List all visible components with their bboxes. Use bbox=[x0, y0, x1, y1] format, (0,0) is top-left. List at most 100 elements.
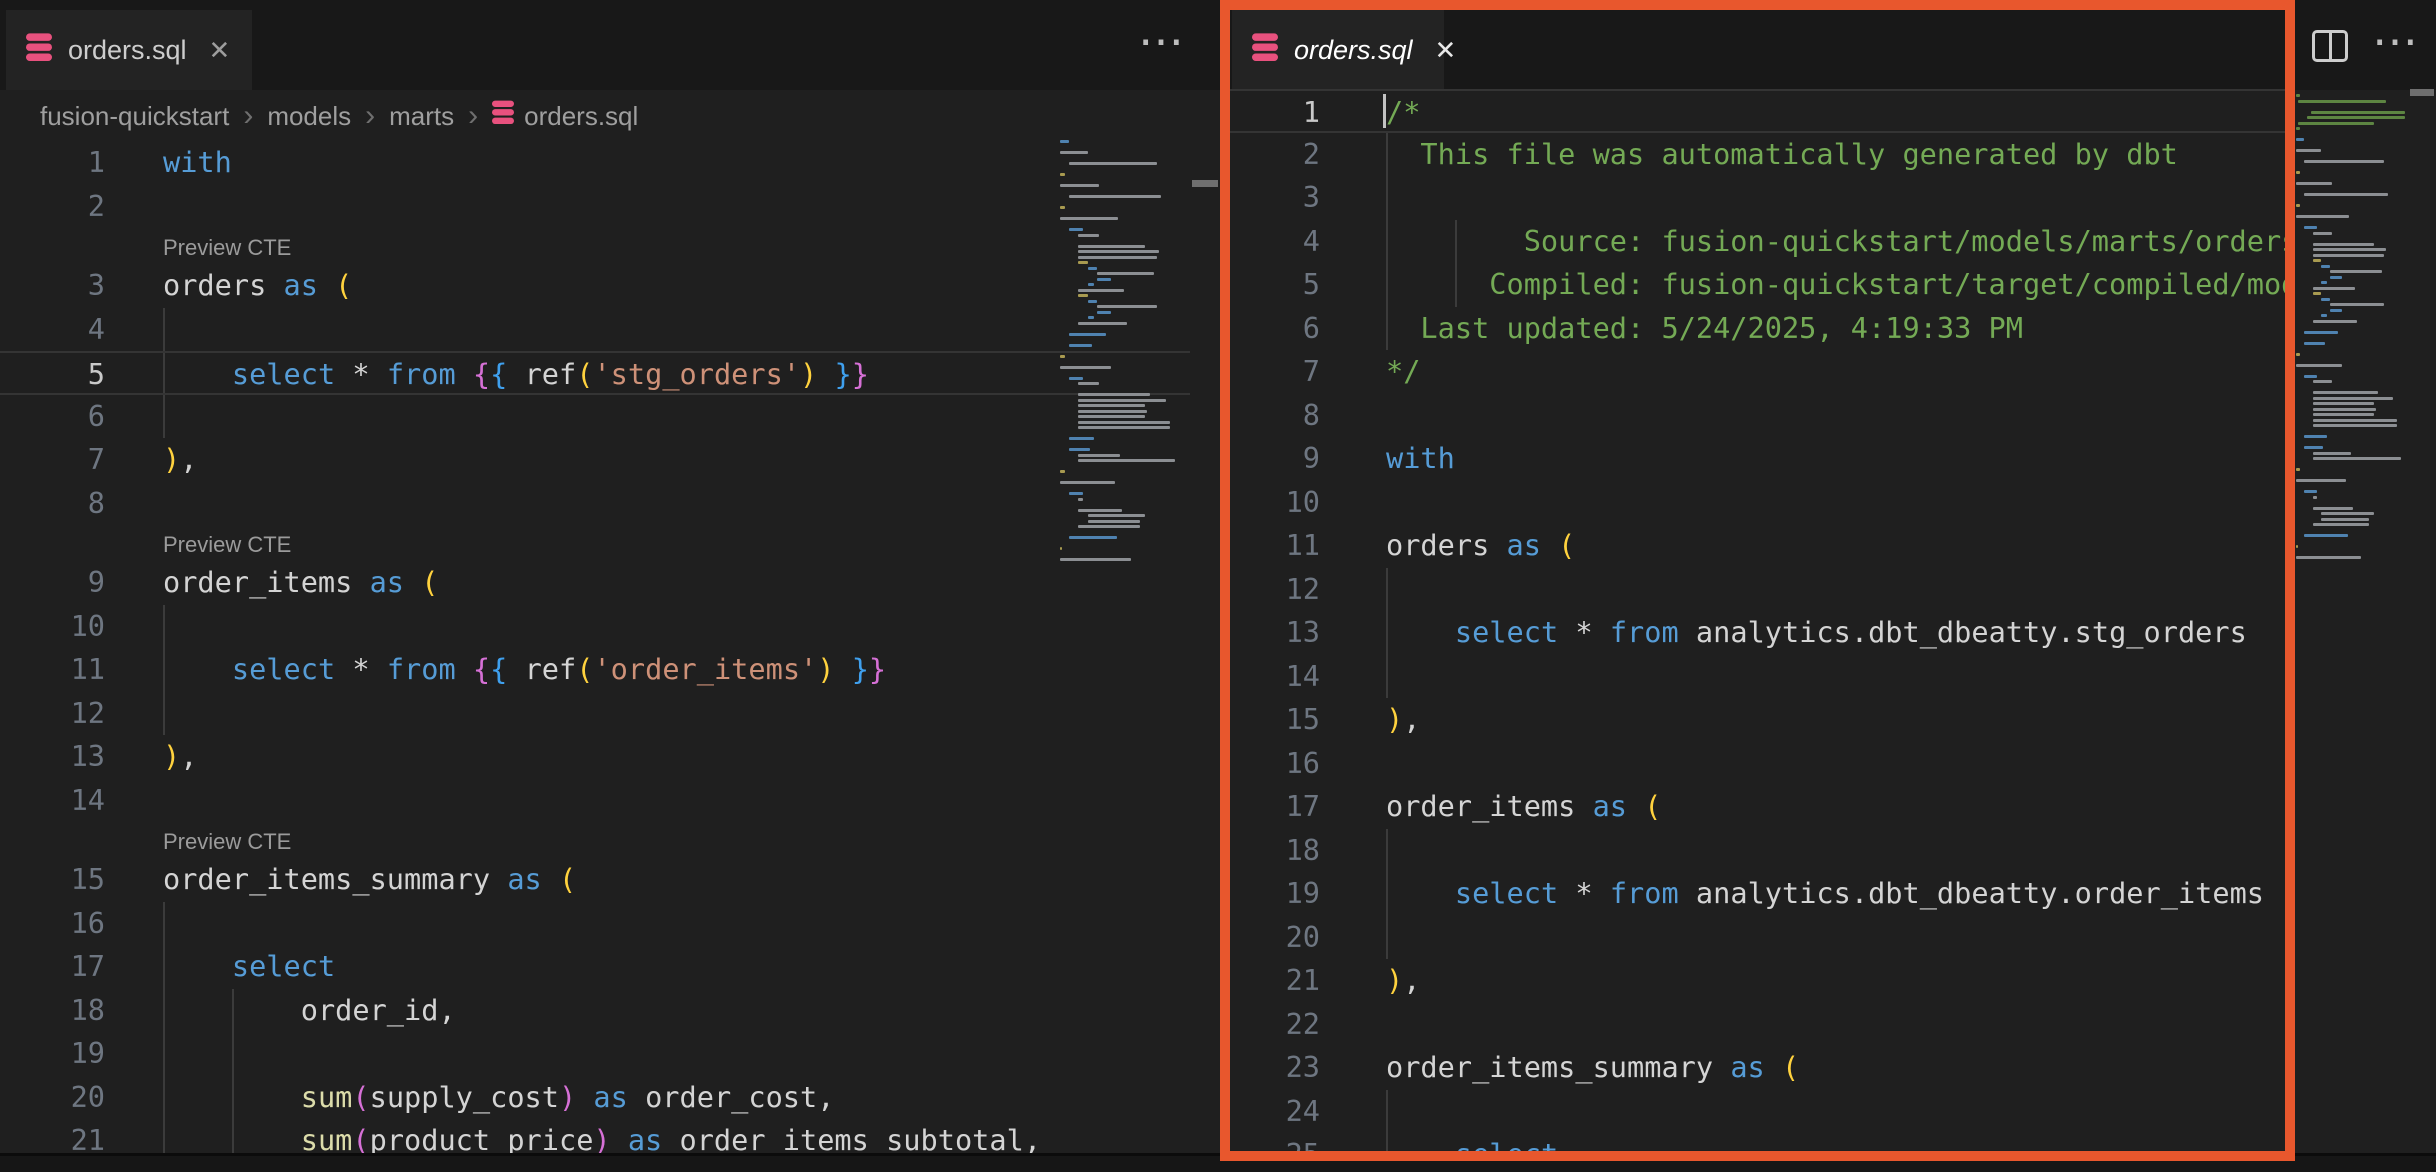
code-line[interactable]: 3 bbox=[1220, 176, 2288, 220]
code-line[interactable]: 1/* bbox=[1220, 89, 2288, 133]
code-line[interactable]: 14 bbox=[1220, 655, 2288, 699]
code-line[interactable]: 12 bbox=[0, 692, 1190, 736]
line-number: 5 bbox=[1220, 263, 1320, 307]
code-line[interactable]: 15), bbox=[1220, 698, 2288, 742]
code-editor-compiled[interactable]: 1/*2 This file was automatically generat… bbox=[1220, 89, 2288, 1153]
code-line[interactable]: 24 bbox=[1220, 1090, 2288, 1134]
code-line[interactable]: 15order_items_summary as ( bbox=[0, 858, 1190, 902]
minimap-row bbox=[1078, 393, 1149, 396]
code-line[interactable]: 17order_items as ( bbox=[1220, 785, 2288, 829]
minimap-row bbox=[2313, 523, 2370, 526]
code-line[interactable]: 9with bbox=[1220, 437, 2288, 481]
code-line[interactable]: 7*/ bbox=[1220, 350, 2288, 394]
code-line[interactable]: 13 select * from analytics.dbt_dbeatty.s… bbox=[1220, 611, 2288, 655]
more-actions-icon[interactable]: ⋯ bbox=[1138, 14, 1187, 68]
code-line[interactable]: 14 bbox=[0, 779, 1190, 823]
code-line[interactable]: 16 bbox=[1220, 742, 2288, 786]
code-line[interactable]: 2 This file was automatically generated … bbox=[1220, 133, 2288, 177]
code-line[interactable]: 13), bbox=[0, 735, 1190, 779]
minimap-row bbox=[2313, 402, 2374, 405]
indent-guide bbox=[1386, 655, 1388, 699]
code-line[interactable]: 21 sum(product_price) as order_items_sub… bbox=[0, 1119, 1190, 1153]
database-icon bbox=[26, 33, 52, 68]
code-line[interactable]: 20 bbox=[1220, 916, 2288, 960]
minimap-row bbox=[1069, 448, 1090, 451]
code-line[interactable]: 18 bbox=[1220, 829, 2288, 873]
code-line[interactable]: 3orders as ( bbox=[0, 264, 1190, 308]
line-number: 18 bbox=[1220, 829, 1320, 873]
line-number: 20 bbox=[0, 1076, 105, 1120]
code-line[interactable]: 19 select * from analytics.dbt_dbeatty.o… bbox=[1220, 872, 2288, 916]
code-line[interactable]: 23order_items_summary as ( bbox=[1220, 1046, 2288, 1090]
code-line[interactable]: 11 select * from {{ ref('order_items') }… bbox=[0, 648, 1190, 692]
code-text: ), bbox=[163, 438, 197, 482]
code-line[interactable]: 10 bbox=[0, 605, 1190, 649]
code-line[interactable]: 4 bbox=[0, 308, 1190, 352]
breadcrumb-item-root[interactable]: fusion-quickstart bbox=[40, 101, 229, 132]
line-number: 25 bbox=[1220, 1133, 1320, 1153]
minimap-row bbox=[1078, 498, 1083, 501]
minimap-row bbox=[2330, 276, 2343, 279]
line-number: 16 bbox=[1220, 742, 1320, 786]
minimap[interactable] bbox=[1060, 140, 1190, 580]
close-icon[interactable]: ✕ bbox=[209, 35, 231, 66]
minimap-row bbox=[2313, 391, 2378, 394]
minimap-row bbox=[2304, 342, 2325, 345]
code-line[interactable]: 25 select bbox=[1220, 1133, 2288, 1153]
breadcrumb-item-marts[interactable]: marts bbox=[389, 101, 454, 132]
line-number: 7 bbox=[0, 438, 105, 482]
code-line[interactable]: 5 Compiled: fusion-quickstart/target/com… bbox=[1220, 263, 2288, 307]
code-line[interactable]: 19 bbox=[0, 1032, 1190, 1076]
line-number: 3 bbox=[1220, 176, 1320, 220]
minimap-row bbox=[1078, 322, 1126, 325]
tab-orders-sql-left[interactable]: orders.sql ✕ bbox=[6, 10, 252, 90]
code-line[interactable]: 1with bbox=[0, 141, 1190, 185]
code-line[interactable]: 20 sum(supply_cost) as order_cost, bbox=[0, 1076, 1190, 1120]
more-actions-icon[interactable]: ⋯ bbox=[2372, 14, 2421, 68]
code-line[interactable]: 11orders as ( bbox=[1220, 524, 2288, 568]
code-text: order_items_summary as ( bbox=[163, 858, 576, 902]
code-text: This file was automatically generated by… bbox=[1386, 133, 2178, 177]
line-number: 17 bbox=[1220, 785, 1320, 829]
code-line[interactable]: 12 bbox=[1220, 568, 2288, 612]
minimap-row bbox=[1078, 250, 1159, 253]
split-editor-icon[interactable] bbox=[2312, 30, 2348, 62]
codelens-preview-cte[interactable]: Preview CTE bbox=[163, 228, 291, 268]
codelens-preview-cte[interactable]: Preview CTE bbox=[163, 822, 291, 862]
code-line[interactable]: 8 bbox=[0, 482, 1190, 526]
code-text: ), bbox=[1386, 959, 1420, 1003]
codelens-preview-cte[interactable]: Preview CTE bbox=[163, 525, 291, 565]
code-line[interactable]: 9order_items as ( bbox=[0, 561, 1190, 605]
code-line[interactable]: 16 bbox=[0, 902, 1190, 946]
minimap-row bbox=[1060, 140, 1069, 143]
minimap[interactable] bbox=[2296, 94, 2408, 564]
code-editor-source[interactable]: 1with2Preview CTE3orders as (45 select *… bbox=[0, 141, 1190, 1153]
code-text: Compiled: fusion-quickstart/target/compi… bbox=[1386, 263, 2288, 307]
line-number: 1 bbox=[0, 141, 105, 185]
code-line[interactable]: 4 Source: fusion-quickstart/models/marts… bbox=[1220, 220, 2288, 264]
breadcrumb-item-models[interactable]: models bbox=[267, 101, 351, 132]
code-line[interactable]: 10 bbox=[1220, 481, 2288, 525]
code-line[interactable]: 6 Last updated: 5/24/2025, 4:19:33 PM bbox=[1220, 307, 2288, 351]
code-line[interactable]: 7), bbox=[0, 438, 1190, 482]
code-line[interactable]: 8 bbox=[1220, 394, 2288, 438]
minimap-row bbox=[1069, 162, 1156, 165]
minimap-row bbox=[2313, 424, 2397, 427]
code-line[interactable]: 6 bbox=[0, 395, 1190, 439]
minimap-row bbox=[2313, 243, 2374, 246]
code-line[interactable]: 2 bbox=[0, 185, 1190, 229]
breadcrumb-item-file[interactable]: orders.sql bbox=[524, 101, 638, 132]
close-icon[interactable]: ✕ bbox=[1435, 35, 1457, 66]
code-line[interactable]: 22 bbox=[1220, 1003, 2288, 1047]
code-line[interactable]: 21), bbox=[1220, 959, 2288, 1003]
code-line[interactable]: 18 order_id, bbox=[0, 989, 1190, 1033]
tab-orders-sql-right[interactable]: orders.sql ✕ bbox=[1232, 10, 1444, 90]
minimap-row bbox=[2298, 122, 2374, 125]
minimap-row bbox=[1088, 300, 1097, 303]
minimap-row bbox=[2296, 127, 2300, 130]
database-icon bbox=[492, 100, 514, 133]
code-line[interactable]: 5 select * from {{ ref('stg_orders') }} bbox=[0, 351, 1190, 395]
minimap-row bbox=[2296, 545, 2298, 548]
indent-guide bbox=[163, 1032, 165, 1076]
code-line[interactable]: 17 select bbox=[0, 945, 1190, 989]
